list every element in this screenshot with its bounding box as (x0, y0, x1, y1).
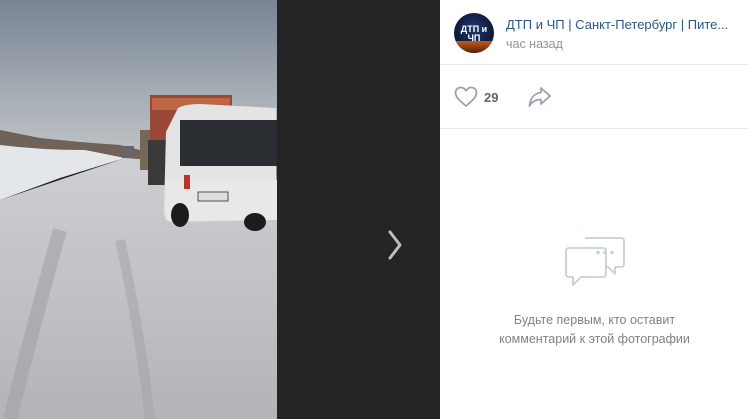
post-time[interactable]: час назад (506, 37, 563, 51)
chevron-right-icon (388, 230, 402, 260)
photo-image (0, 0, 277, 419)
group-name-link[interactable]: ДТП и ЧП | Санкт-Петербург | Пите... (506, 17, 742, 32)
comment-bubbles-icon (564, 237, 625, 286)
photo-viewer (0, 0, 440, 419)
photo-sidebar: ДТП и ЧП ДТП и ЧП | Санкт-Петербург | Пи… (440, 0, 749, 419)
avatar[interactable]: ДТП и ЧП (454, 13, 494, 53)
next-photo-button[interactable] (277, 0, 440, 419)
empty-comments-text: Будьте первым, кто оставит комментарий к… (499, 313, 690, 346)
like-button[interactable]: 29 (454, 86, 498, 108)
photo[interactable] (0, 0, 277, 419)
actions-bar: 29 (440, 65, 749, 129)
like-count: 29 (484, 89, 499, 105)
share-arrow-icon (528, 87, 551, 107)
share-button[interactable] (527, 85, 553, 114)
comments-empty-state: Будьте первым, кто оставит комментарий к… (440, 234, 749, 349)
avatar-logo-glow (454, 41, 494, 53)
heart-icon (454, 86, 478, 107)
post-header: ДТП и ЧП ДТП и ЧП | Санкт-Петербург | Пи… (440, 0, 749, 65)
